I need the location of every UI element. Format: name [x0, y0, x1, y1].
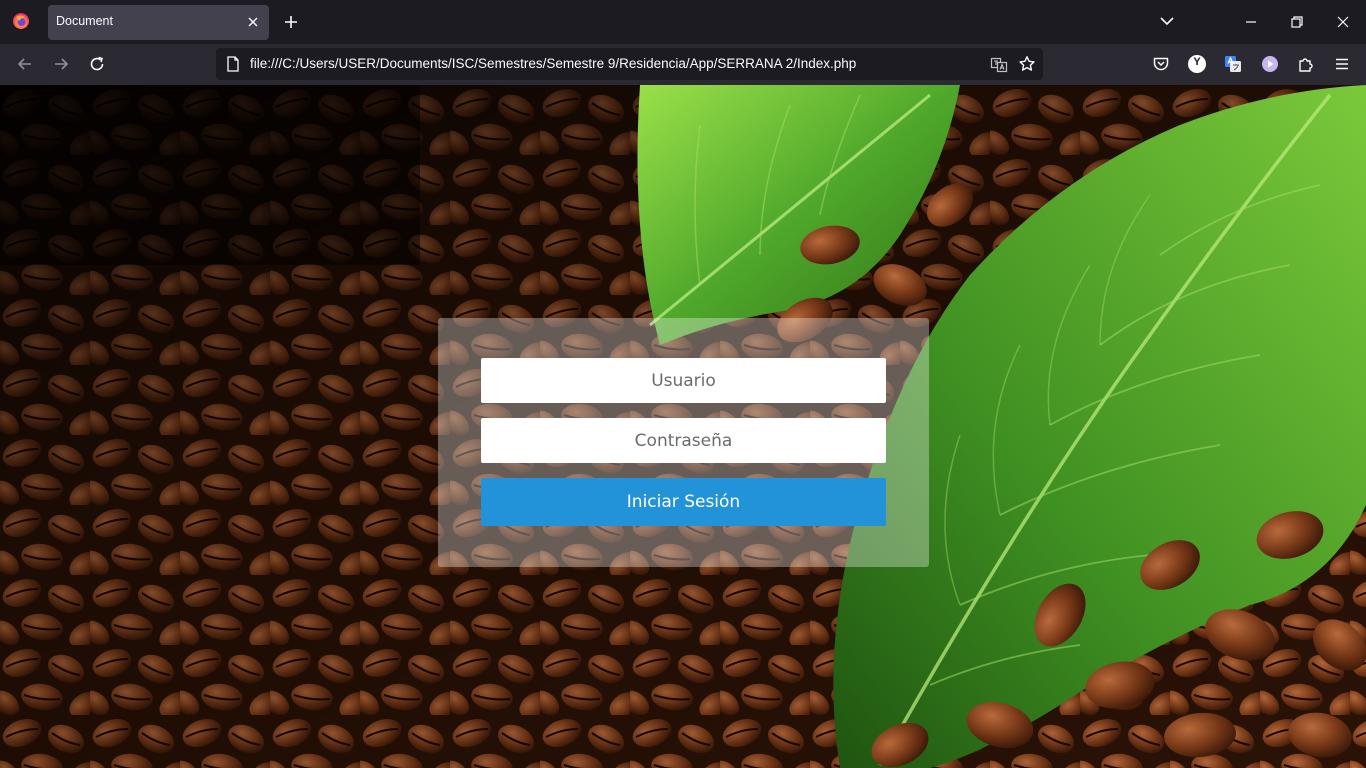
firefox-icon[interactable]: [12, 12, 30, 30]
extension-play-icon[interactable]: [1261, 55, 1279, 73]
star-icon[interactable]: [1018, 55, 1036, 73]
url-text[interactable]: file:///C:/Users/USER/Documents/ISC/Seme…: [250, 56, 856, 71]
tab-strip: Document: [0, 0, 1366, 44]
plus-icon[interactable]: [282, 13, 300, 31]
url-bar[interactable]: file:///C:/Users/USER/Documents/ISC/Seme…: [216, 48, 1043, 80]
password-input[interactable]: [481, 418, 886, 463]
tab-title: Document: [56, 14, 113, 28]
translate-icon[interactable]: [990, 56, 1008, 74]
extension-y-icon[interactable]: Y: [1188, 55, 1206, 73]
close-icon[interactable]: [245, 14, 261, 30]
extensions-puzzle-icon[interactable]: [1297, 55, 1315, 73]
chevron-down-icon[interactable]: [1158, 12, 1176, 30]
pocket-icon[interactable]: [1152, 55, 1170, 73]
extension-y-label: Y: [1193, 56, 1201, 68]
forward-icon[interactable]: [52, 55, 70, 73]
menu-icon[interactable]: [1333, 55, 1351, 73]
username-input[interactable]: [481, 358, 886, 403]
reload-icon[interactable]: [88, 55, 106, 73]
back-icon[interactable]: [16, 55, 34, 73]
translate-extension-icon[interactable]: [1224, 55, 1242, 73]
window-close-icon[interactable]: [1333, 12, 1353, 32]
restore-icon[interactable]: [1287, 12, 1307, 32]
login-panel: Iniciar Sesión: [438, 318, 929, 567]
tab-document[interactable]: Document: [48, 5, 269, 40]
minimize-icon[interactable]: [1241, 12, 1261, 32]
page-icon: [227, 56, 239, 72]
page-content: Iniciar Sesión: [0, 85, 1366, 768]
navigation-toolbar: file:///C:/Users/USER/Documents/ISC/Seme…: [0, 44, 1366, 85]
login-button[interactable]: Iniciar Sesión: [481, 478, 886, 526]
